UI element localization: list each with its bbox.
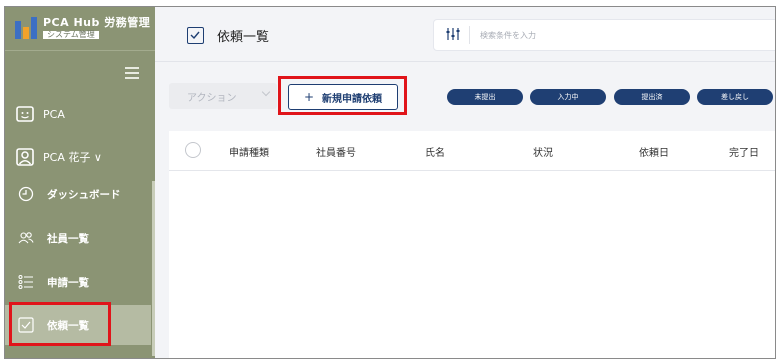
- brand-subtitle: システム管理: [43, 30, 99, 40]
- new-request-label: 新規申請依頼: [322, 93, 383, 105]
- checkbox-icon: [17, 316, 35, 334]
- user-menu[interactable]: PCA 花子 ∨: [5, 146, 155, 168]
- checkbox-icon: [187, 27, 204, 44]
- column-header[interactable]: 依頼日: [639, 144, 669, 159]
- column-header[interactable]: 氏名: [425, 144, 445, 159]
- pca-logo-icon: [15, 17, 37, 39]
- users-icon: [17, 229, 35, 247]
- divider: [5, 50, 155, 51]
- sidebar-scrollbar[interactable]: [152, 181, 155, 356]
- action-dropdown[interactable]: アクション: [169, 83, 277, 109]
- select-all-radio[interactable]: [185, 142, 201, 158]
- search-bar[interactable]: [433, 19, 775, 51]
- header: 依頼一覧: [155, 7, 775, 62]
- action-label: アクション: [187, 92, 237, 104]
- sidebar-item-employees[interactable]: 社員一覧: [5, 218, 151, 258]
- divider: [469, 26, 470, 44]
- plus-icon: +: [303, 90, 315, 104]
- menu-toggle-icon[interactable]: [125, 67, 139, 79]
- list-icon: [17, 273, 35, 291]
- search-input[interactable]: [480, 30, 740, 40]
- filter-in-progress[interactable]: 入力中: [530, 89, 606, 105]
- new-request-button[interactable]: + 新規申請依頼: [288, 84, 398, 110]
- page-title: 依頼一覧: [217, 30, 270, 45]
- sidebar-item-applications[interactable]: 申請一覧: [5, 262, 151, 302]
- sidebar-item-label: 申請一覧: [47, 276, 89, 289]
- sidebar-item-label: 社員一覧: [47, 232, 89, 245]
- filter-sliders-icon[interactable]: [443, 27, 463, 44]
- sidebar-item-label: ダッシュボード: [47, 188, 121, 201]
- column-header[interactable]: 状況: [533, 144, 553, 159]
- filter-not-submitted[interactable]: 未提出: [447, 89, 523, 105]
- user-icon: [15, 147, 35, 167]
- filter-returned[interactable]: 差し戻し: [697, 89, 773, 105]
- user-label: PCA 花子 ∨: [43, 151, 102, 164]
- app-window: PCA Hub 労務管理 システム管理 PCA PCA 花子 ∨ ダッシュボード: [4, 6, 776, 359]
- sidebar-item-dashboard[interactable]: ダッシュボード: [5, 174, 151, 214]
- filter-submitted[interactable]: 提出済: [614, 89, 690, 105]
- clock-icon: [17, 185, 35, 203]
- column-header[interactable]: 社員番号: [316, 144, 356, 159]
- table-header: 申請種類 社員番号 氏名 状況 依頼日 完了日: [169, 131, 775, 171]
- sidebar: PCA Hub 労務管理 システム管理 PCA PCA 花子 ∨ ダッシュボード: [5, 7, 155, 358]
- building-icon: [15, 104, 35, 124]
- brand-title: PCA Hub 労務管理: [43, 15, 151, 29]
- table-body: [169, 171, 775, 358]
- brand[interactable]: PCA Hub 労務管理 システム管理: [5, 7, 155, 49]
- sidebar-item-requests[interactable]: 依頼一覧: [5, 305, 151, 345]
- column-header[interactable]: 完了日: [729, 144, 759, 159]
- chevron-down-icon: [261, 87, 271, 97]
- sidebar-item-label: 依頼一覧: [47, 319, 89, 332]
- column-header[interactable]: 申請種類: [229, 144, 269, 159]
- org-switcher[interactable]: PCA: [5, 103, 155, 125]
- org-label: PCA: [43, 107, 65, 121]
